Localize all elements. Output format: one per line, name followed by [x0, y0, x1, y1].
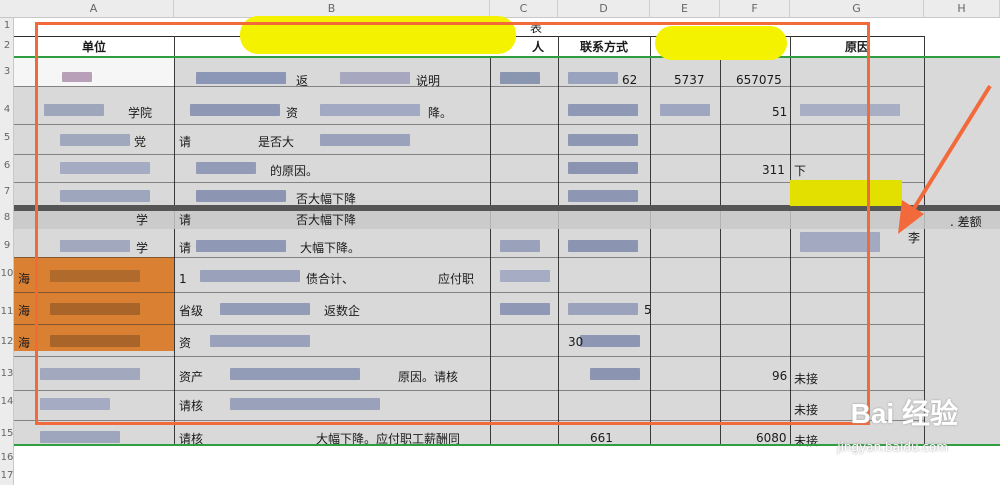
- row-header[interactable]: 6: [0, 160, 14, 171]
- row-header[interactable]: 13: [0, 368, 14, 379]
- column-header-d[interactable]: D: [558, 0, 650, 18]
- annotation-frame: [35, 22, 870, 425]
- watermark-logo: Bai 经验: [850, 398, 958, 429]
- row-header[interactable]: 8: [0, 212, 14, 223]
- row-header[interactable]: 2: [0, 40, 14, 51]
- row-header[interactable]: 7: [0, 186, 14, 197]
- row-header[interactable]: 15: [0, 428, 14, 439]
- row-header[interactable]: 10: [0, 268, 14, 279]
- row-header[interactable]: 4: [0, 104, 14, 115]
- cell-a11[interactable]: 海: [18, 303, 30, 319]
- cell-g15[interactable]: 未接: [794, 433, 818, 449]
- cell-f15[interactable]: 6080: [756, 431, 787, 445]
- row-header[interactable]: 11: [0, 306, 14, 317]
- column-header-g[interactable]: G: [790, 0, 924, 18]
- row-header-bar: [0, 18, 14, 485]
- row-header[interactable]: 12: [0, 336, 14, 347]
- redacted-text: [40, 431, 120, 443]
- row-header[interactable]: 14: [0, 396, 14, 407]
- column-header-a[interactable]: A: [14, 0, 174, 18]
- cell-d15[interactable]: 661: [590, 431, 613, 445]
- column-header-e[interactable]: E: [650, 0, 720, 18]
- watermark-url: jingyan.baidu.com: [837, 440, 948, 454]
- cell-a10[interactable]: 海: [18, 271, 30, 287]
- row-header[interactable]: 5: [0, 132, 14, 143]
- column-header-h[interactable]: H: [924, 0, 1000, 18]
- row-header[interactable]: 9: [0, 240, 14, 251]
- row-header[interactable]: 1: [0, 20, 14, 31]
- row-header[interactable]: 17: [0, 470, 14, 481]
- row-header[interactable]: 16: [0, 452, 14, 463]
- annotation-arrow-icon: [898, 84, 992, 234]
- cell-a12[interactable]: 海: [18, 335, 30, 351]
- column-header-f[interactable]: F: [720, 0, 790, 18]
- row-header[interactable]: 3: [0, 66, 14, 77]
